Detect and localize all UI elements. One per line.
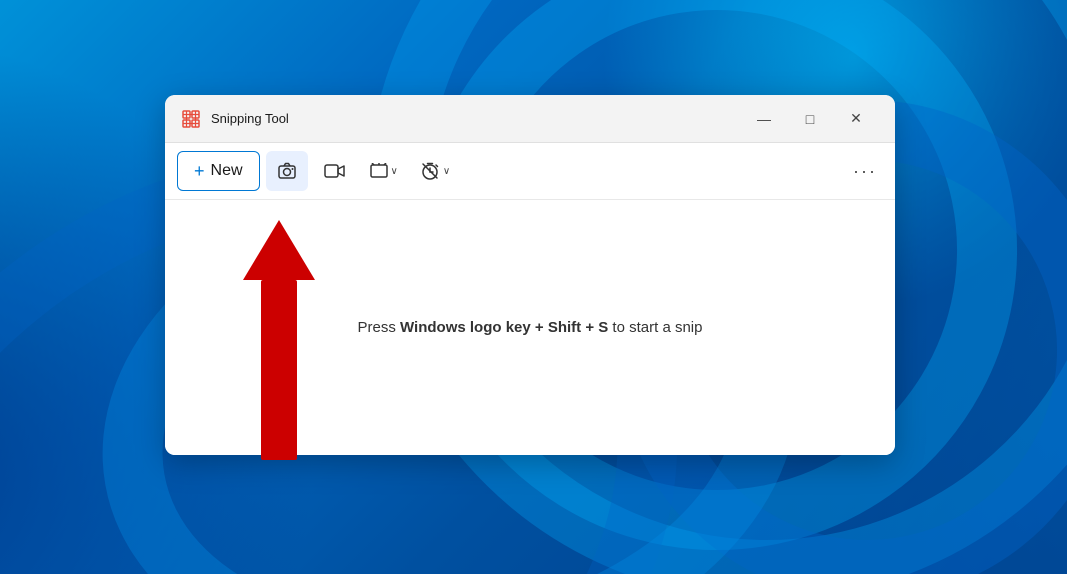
keyboard-shortcut: Windows logo key + Shift + S <box>400 319 608 336</box>
minimize-button[interactable]: — <box>741 103 787 135</box>
more-options-button[interactable]: ··· <box>847 153 883 189</box>
shape-dropdown-button[interactable]: ∨ <box>362 151 406 191</box>
new-button-label: New <box>211 162 243 180</box>
screenshot-mode-button[interactable] <box>266 151 308 191</box>
timer-icon <box>420 161 440 181</box>
more-options-label: ··· <box>853 161 877 182</box>
window-title: Snipping Tool <box>211 111 741 126</box>
app-icon <box>181 109 201 129</box>
shape-chevron: ∨ <box>391 166 398 177</box>
close-button[interactable]: ✕ <box>833 103 879 135</box>
new-plus-icon: + <box>194 162 205 180</box>
window-controls: — □ ✕ <box>741 103 879 135</box>
new-button[interactable]: + New <box>177 151 260 191</box>
desktop: Snipping Tool — □ ✕ + New <box>0 0 1067 574</box>
snipping-tool-window: Snipping Tool — □ ✕ + New <box>165 95 895 455</box>
content-area: Press Windows logo key + Shift + S to st… <box>165 200 895 455</box>
timer-dropdown-button[interactable]: ∨ <box>412 151 458 191</box>
hint-text: Press Windows logo key + Shift + S to st… <box>358 319 703 336</box>
rectangle-icon <box>370 163 388 179</box>
title-bar: Snipping Tool — □ ✕ <box>165 95 895 143</box>
video-mode-button[interactable] <box>314 151 356 191</box>
maximize-button[interactable]: □ <box>787 103 833 135</box>
video-icon <box>324 162 346 180</box>
camera-icon <box>277 161 297 181</box>
timer-chevron: ∨ <box>443 166 450 177</box>
toolbar: + New <box>165 143 895 200</box>
